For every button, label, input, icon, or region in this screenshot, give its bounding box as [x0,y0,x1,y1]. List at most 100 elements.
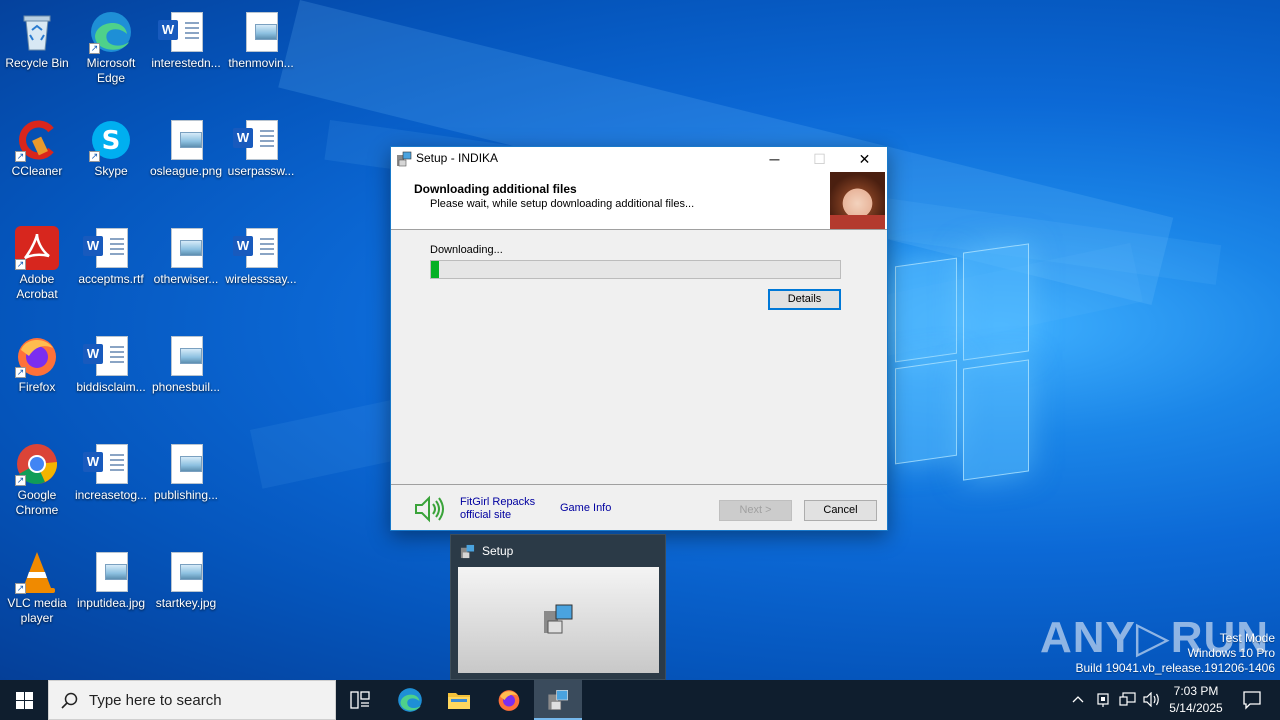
firefox-icon: ↗ [15,334,59,378]
minimize-button[interactable]: ─ [752,147,797,171]
desktop-icon-interestedn[interactable]: W interestedn... [148,4,224,71]
task-view-button[interactable] [336,680,384,720]
icon-label: Adobe Acrobat [16,272,58,301]
acrobat-icon: ↗ [15,226,59,270]
desktop-icon-inputidea[interactable]: inputidea.jpg [73,544,149,611]
desktop-icon-acceptms[interactable]: W acceptms.rtf [73,220,149,287]
taskbar-file-explorer[interactable] [435,680,483,720]
icon-label: otherwiser... [153,272,219,286]
action-center-button[interactable] [1232,680,1272,720]
icon-label: startkey.jpg [155,596,217,610]
desktop-icon-microsoft-edge[interactable]: ↗ Microsoft Edge [73,4,149,86]
desktop-icon-ccleaner[interactable]: ↗ CCleaner [0,112,75,179]
tray-device-icon-button[interactable] [1092,680,1114,720]
desktop-icon-phonesbuil[interactable]: phonesbuil... [148,328,224,395]
desktop-icon-firefox[interactable]: ↗ Firefox [0,328,75,395]
clock-time: 7:03 PM [1173,684,1219,698]
taskbar: Type here to search 7:03 PM 5/14/2025 [0,680,1280,720]
search-placeholder: Type here to search [89,692,222,709]
icon-label: increasetog... [74,488,148,502]
game-info-link[interactable]: Game Info [560,502,611,514]
icon-label: Google Chrome [15,488,59,517]
volume-button[interactable] [1140,680,1162,720]
wizard-header: Downloading additional files Please wait… [391,171,887,230]
icon-label: wirelesssay... [225,272,297,286]
clock[interactable]: 7:03 PM 5/14/2025 [1164,680,1228,720]
word-doc-icon: W [158,10,208,54]
thumbnail-image [458,567,659,673]
desktop: Recycle Bin ↗ CCleaner ↗ Adobe Acrobat ↗… [0,0,1280,680]
next-button[interactable]: Next > [719,500,792,521]
folder-icon [448,693,470,709]
icon-label: Skype [94,164,128,178]
header-title: Downloading additional files [414,182,577,196]
icon-label: Firefox [18,380,56,394]
watermark-line3: Build 19041.vb_release.191206-1406 [1075,661,1276,675]
details-button[interactable]: Details [768,289,841,310]
desktop-icon-biddisclaim[interactable]: W biddisclaim... [73,328,149,395]
icon-label: publishing... [153,488,219,502]
header-subtitle: Please wait, while setup downloading add… [430,198,695,210]
desktop-icon-adobe-acrobat[interactable]: ↗ Adobe Acrobat [0,220,75,302]
progress-fill [431,261,440,278]
watermark-line2: Windows 10 Pro [1187,646,1275,660]
desktop-icon-increasetog[interactable]: W increasetog... [73,436,149,503]
start-button[interactable] [0,680,48,720]
window-title: Setup - INDIKA [416,151,499,165]
fitgirl-link-line1: FitGirl Repacks [460,496,536,508]
desktop-icon-otherwiser[interactable]: otherwiser... [148,220,224,287]
network-button[interactable] [1116,680,1138,720]
fitgirl-link[interactable]: FitGirl Repacks official site [460,496,535,522]
edge-icon [398,688,422,712]
device-icon [1097,693,1109,707]
desktop-icon-vlc[interactable]: ↗ VLC media player [0,544,75,626]
desktop-icon-publishing[interactable]: publishing... [148,436,224,503]
fitgirl-link-line2: official site [460,509,512,521]
vlc-icon: ↗ [15,550,59,594]
header-portrait-image [830,172,885,229]
taskbar-thumbnail-preview[interactable]: Setup [450,534,666,680]
setup-app-icon [544,604,573,634]
close-button[interactable]: ✕ [842,147,887,171]
notification-icon [1243,691,1261,710]
word-doc-icon: W [233,118,283,162]
taskbar-setup[interactable] [534,680,582,720]
desktop-icon-skype[interactable]: S ↗ Skype [73,112,149,179]
icon-label: acceptms.rtf [78,272,144,286]
icon-label: CCleaner [11,164,63,178]
chevron-up-icon [1072,696,1084,703]
cancel-button[interactable]: Cancel [804,500,877,521]
desktop-icon-google-chrome[interactable]: ↗ Google Chrome [0,436,75,518]
icon-label: userpassw... [227,164,295,178]
setup-app-icon [548,690,568,710]
taskbar-firefox[interactable] [485,680,533,720]
recycle-bin-icon [15,10,59,54]
icon-label: interestedn... [151,56,221,70]
word-doc-icon: W [83,334,133,378]
svg-text:S: S [102,126,121,156]
taskbar-search-box[interactable]: Type here to search [48,680,336,720]
setup-window: Setup - INDIKA ─ ☐ ✕ Downloading additio… [390,146,888,531]
desktop-icon-thenmovin[interactable]: thenmovin... [223,4,299,71]
icon-label: phonesbuil... [151,380,221,394]
desktop-icon-wirelesssay[interactable]: W wirelesssay... [223,220,299,287]
title-bar[interactable]: Setup - INDIKA ─ ☐ ✕ [391,147,887,171]
chrome-icon: ↗ [15,442,59,486]
network-icon [1119,692,1136,706]
setup-app-icon [396,151,412,167]
windows-logo-wallpaper [895,240,1030,481]
ccleaner-icon: ↗ [15,118,59,162]
desktop-icon-startkey[interactable]: startkey.jpg [148,544,224,611]
word-doc-icon: W [233,226,283,270]
download-progress-bar [430,260,841,279]
windows-start-icon [16,692,33,709]
desktop-icon-userpassw[interactable]: W userpassw... [223,112,299,179]
speaker-icon[interactable] [413,494,447,524]
taskbar-edge[interactable] [386,680,434,720]
word-doc-icon: W [83,442,133,486]
desktop-icon-osleague[interactable]: osleague.png [148,112,224,179]
desktop-icon-recycle-bin[interactable]: Recycle Bin [0,4,75,71]
test-mode-watermark: Test Mode Windows 10 Pro Build 19041.vb_… [1076,631,1276,676]
show-hidden-icons-button[interactable] [1066,680,1090,720]
maximize-button[interactable]: ☐ [797,147,842,171]
